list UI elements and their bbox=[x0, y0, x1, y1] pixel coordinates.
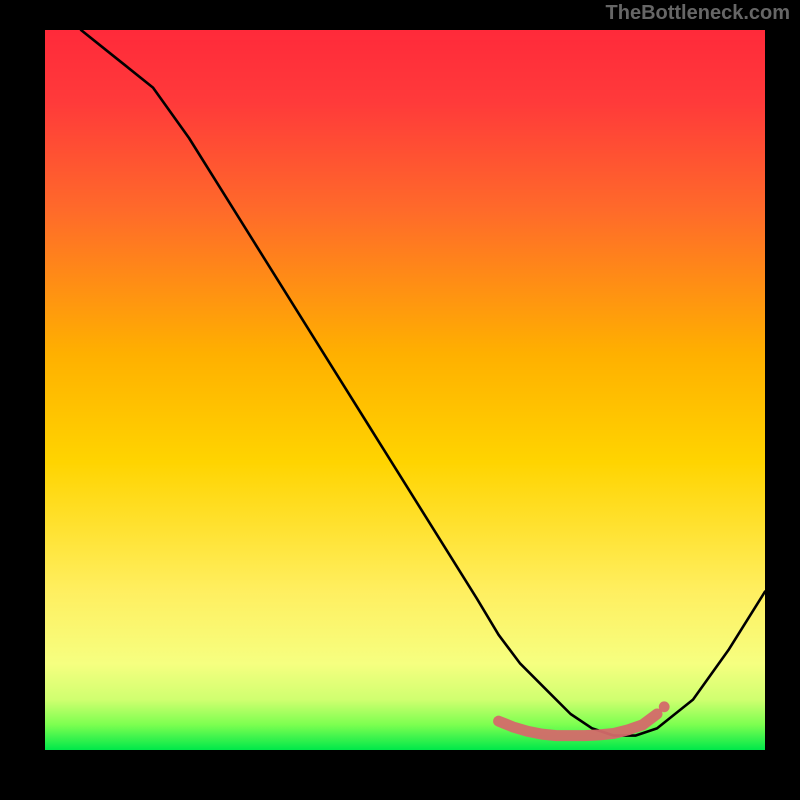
plot-area bbox=[45, 30, 765, 750]
watermark-text: TheBottleneck.com bbox=[606, 2, 790, 25]
plot-frame bbox=[45, 30, 765, 750]
chart-container: TheBottleneck.com bbox=[0, 0, 800, 800]
plot-svg bbox=[45, 30, 765, 750]
